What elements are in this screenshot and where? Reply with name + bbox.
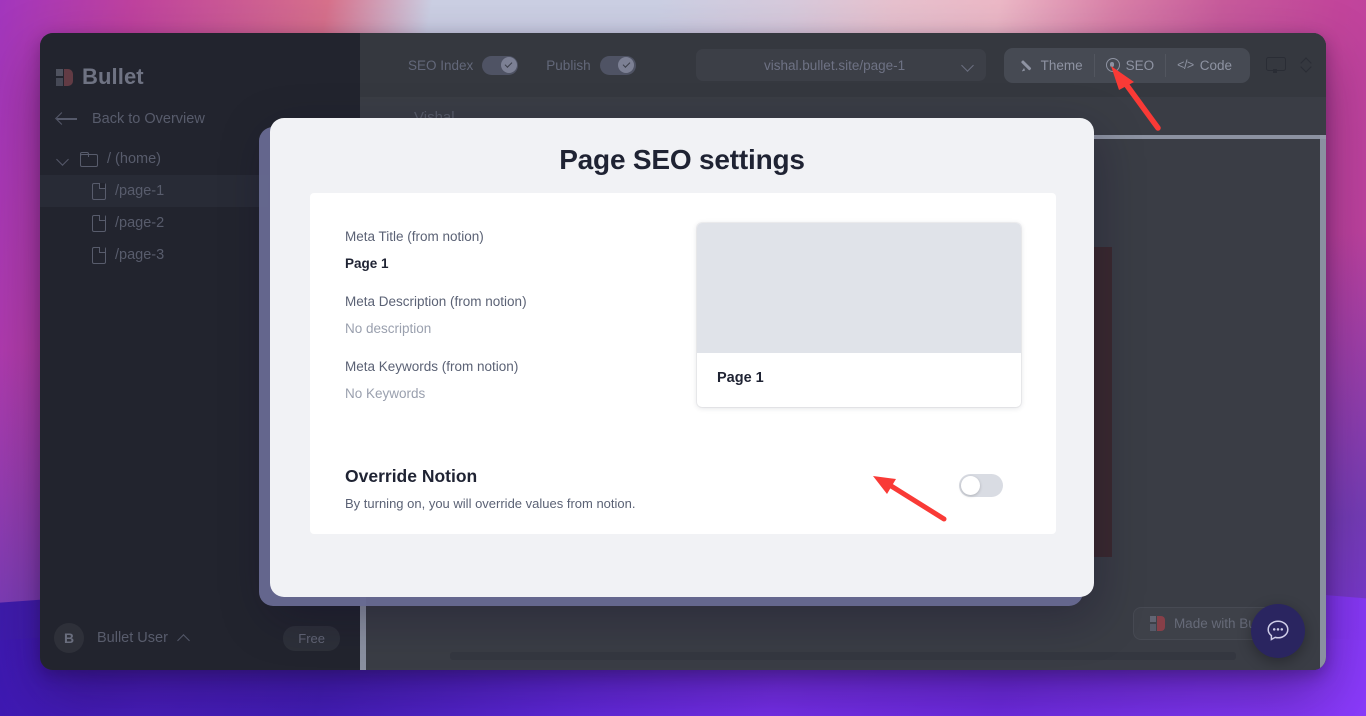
chevron-down-icon[interactable] bbox=[56, 152, 70, 166]
monitor-icon[interactable] bbox=[1266, 57, 1286, 73]
top-toolbar: SEO Index Publish vishal.bullet.site/pag… bbox=[360, 33, 1326, 97]
brand-name: Bullet bbox=[82, 64, 144, 89]
meta-keywords-label: Meta Keywords (from notion) bbox=[345, 359, 519, 374]
modal-content-card: Meta Title (from notion) Page 1 Meta Des… bbox=[310, 193, 1056, 534]
preview-image-placeholder bbox=[697, 223, 1021, 353]
back-to-overview-label: Back to Overview bbox=[92, 111, 205, 127]
meta-title-value: Page 1 bbox=[345, 256, 389, 271]
chat-support-button[interactable] bbox=[1251, 604, 1305, 658]
code-icon: </> bbox=[1177, 58, 1194, 72]
file-icon bbox=[92, 183, 106, 200]
file-icon bbox=[92, 247, 106, 264]
seo-index-toggle[interactable] bbox=[482, 55, 519, 75]
override-notion-section: Override Notion By turning on, you will … bbox=[345, 466, 1021, 511]
seo-index-label: SEO Index bbox=[408, 57, 474, 73]
modal-title: Page SEO settings bbox=[559, 144, 805, 175]
tab-theme[interactable]: Theme bbox=[1011, 54, 1094, 77]
plan-badge: Free bbox=[283, 625, 340, 651]
seo-index-control[interactable]: SEO Index bbox=[408, 55, 519, 75]
override-notion-subtext: By turning on, you will override values … bbox=[345, 496, 636, 511]
tab-seo-label: SEO bbox=[1125, 57, 1155, 73]
folder-icon bbox=[80, 152, 98, 167]
up-down-chevron-icon[interactable] bbox=[1300, 56, 1312, 74]
publish-control[interactable]: Publish bbox=[546, 55, 636, 75]
pencil-icon bbox=[1022, 59, 1035, 72]
avatar: B bbox=[54, 623, 84, 653]
override-notion-heading: Override Notion bbox=[345, 466, 478, 486]
brand-logo: Bullet bbox=[40, 33, 360, 95]
sidebar-item-label: /page-1 bbox=[115, 183, 165, 199]
meta-description-value: No description bbox=[345, 321, 432, 336]
user-name: Bullet User bbox=[97, 630, 168, 646]
tab-seo[interactable]: SEO bbox=[1093, 53, 1166, 77]
editor-mode-segmented-control: Theme SEO </> Code bbox=[1003, 47, 1250, 83]
site-url-text: vishal.bullet.site/page-1 bbox=[764, 57, 906, 73]
canvas-right-strip bbox=[1320, 135, 1326, 670]
site-url-selector[interactable]: vishal.bullet.site/page-1 bbox=[695, 49, 986, 81]
chevron-down-icon[interactable] bbox=[962, 59, 974, 71]
publish-toggle[interactable] bbox=[599, 55, 636, 75]
sidebar-item-label: / (home) bbox=[107, 151, 161, 167]
bullet-logo-icon bbox=[56, 68, 73, 86]
toolbar-right-group: Theme SEO </> Code bbox=[1003, 47, 1312, 83]
chevron-up-icon[interactable] bbox=[177, 633, 191, 643]
file-icon bbox=[92, 215, 106, 232]
sidebar-item-label: /page-2 bbox=[115, 215, 165, 231]
override-notion-toggle[interactable] bbox=[959, 474, 1003, 497]
meta-fields: Meta Title (from notion) Page 1 Meta Des… bbox=[345, 223, 677, 424]
meta-description-label: Meta Description (from notion) bbox=[345, 294, 527, 309]
arrow-left-icon bbox=[56, 112, 78, 126]
tab-code-label: Code bbox=[1199, 57, 1232, 73]
meta-title-label: Meta Title (from notion) bbox=[345, 229, 484, 244]
override-notion-text: Override Notion By turning on, you will … bbox=[345, 466, 959, 511]
meta-section: Meta Title (from notion) Page 1 Meta Des… bbox=[345, 223, 1021, 424]
canvas-bottom-bar bbox=[450, 652, 1236, 660]
toggle-knob bbox=[961, 476, 980, 495]
tab-code[interactable]: </> Code bbox=[1165, 53, 1243, 77]
target-icon bbox=[1105, 58, 1120, 72]
publish-label: Publish bbox=[546, 57, 591, 73]
sidebar-item-label: /page-3 bbox=[115, 247, 165, 263]
bullet-logo-icon bbox=[1149, 616, 1165, 631]
tab-theme-label: Theme bbox=[1040, 57, 1083, 73]
page-seo-settings-modal: Page SEO settings Meta Title (from notio… bbox=[270, 118, 1094, 597]
preview-title: Page 1 bbox=[717, 370, 764, 386]
meta-keywords-value: No Keywords bbox=[345, 386, 426, 401]
chat-bubble-icon bbox=[1267, 620, 1289, 641]
seo-preview-card: Page 1 bbox=[697, 223, 1021, 407]
sidebar-user-footer[interactable]: B Bullet User Free bbox=[40, 606, 360, 670]
